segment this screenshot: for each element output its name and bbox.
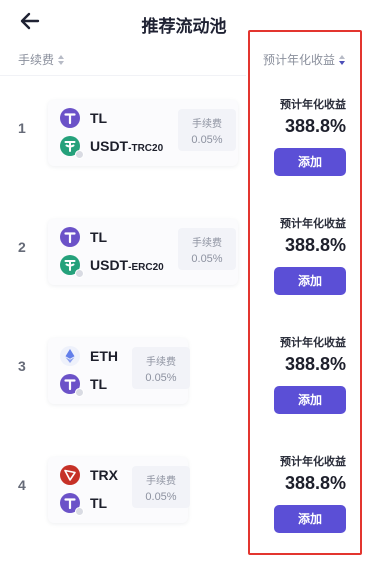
fee-box: 手续费 0.05% (132, 347, 190, 389)
coin-name: USDT-TRC20 (90, 138, 163, 154)
coin-symbol: TL (90, 495, 108, 511)
fee-label: 手续费 (146, 357, 176, 368)
coin-line: USDT-ERC20 (60, 255, 164, 278)
apy-value: 388.8% (284, 235, 346, 255)
apy-value: 388.8% (284, 116, 346, 136)
trx-token-icon (60, 465, 80, 485)
pool-rank: 2 (18, 239, 26, 255)
add-liquidity-button[interactable]: 添加 (274, 505, 346, 533)
fee-label: 手续费 (192, 119, 222, 130)
usdt-token-icon (60, 255, 84, 278)
coin-line: TRX (60, 465, 118, 485)
coin-name: USDT-ERC20 (90, 257, 164, 273)
fee-label: 手续费 (192, 238, 222, 249)
coin-symbol: TL (90, 376, 108, 392)
coin-line: ETH (60, 346, 118, 366)
coin-symbol: TL (90, 229, 108, 245)
pair-card[interactable]: TL USDT-TRC20 手续费 0.05% (48, 100, 238, 166)
sort-icon (58, 54, 65, 65)
pair-card[interactable]: TL USDT-ERC20 手续费 0.05% (48, 219, 238, 285)
add-liquidity-button[interactable]: 添加 (274, 386, 346, 414)
coin-line: TL (60, 374, 107, 397)
fee-value: 0.05% (191, 134, 223, 146)
coin-name: TRX (90, 467, 118, 483)
pair-card[interactable]: TRX TL 手续费 0.05% (48, 457, 190, 523)
apy-label: 预计年化收益 (280, 218, 346, 230)
tl-token-icon (60, 227, 80, 247)
pair-card[interactable]: ETH TL 手续费 0.05% (48, 338, 190, 404)
coin-line: TL (60, 108, 107, 128)
apy-label: 预计年化收益 (280, 456, 346, 468)
tl-token-icon (60, 108, 80, 128)
coin-line: TL (60, 493, 107, 516)
fee-box: 手续费 0.05% (178, 109, 236, 151)
coin-name: TL (90, 376, 107, 392)
fee-value: 0.05% (191, 253, 223, 265)
sort-fee-label: 手续费 (18, 53, 55, 67)
pool-rank: 3 (18, 358, 26, 374)
pool-row: 3 ETH TL 手续费 0.05% 预计年化收益 388.8% 添加 (0, 328, 368, 448)
apy-value: 388.8% (284, 354, 346, 374)
fee-value: 0.05% (145, 491, 177, 503)
fee-box: 手续费 0.05% (178, 228, 236, 270)
coin-name: TL (90, 495, 107, 511)
eth-token-icon-graphic (60, 346, 80, 366)
apy-value: 388.8% (284, 473, 346, 493)
tl-token-icon-graphic (60, 108, 80, 128)
usdt-token-icon (60, 136, 84, 159)
coin-symbol: ETH (90, 348, 118, 364)
apy-label: 预计年化收益 (280, 337, 346, 349)
coin-symbol: TL (90, 110, 108, 126)
pool-rank: 4 (18, 477, 26, 493)
eth-token-icon (60, 346, 80, 366)
trx-token-icon-graphic (60, 465, 80, 485)
apy-label: 预计年化收益 (280, 99, 346, 111)
coin-line: TL (60, 227, 107, 247)
coin-name: TL (90, 229, 107, 245)
add-liquidity-button[interactable]: 添加 (274, 267, 346, 295)
coin-network: -ERC20 (128, 262, 164, 273)
network-badge-icon (75, 388, 84, 397)
tl-token-icon (60, 493, 84, 516)
network-badge-icon (75, 507, 84, 516)
fee-box: 手续费 0.05% (132, 466, 190, 508)
divider (0, 75, 246, 76)
fee-value: 0.05% (145, 372, 177, 384)
coin-symbol: TRX (90, 467, 118, 483)
coin-network: -TRC20 (128, 143, 164, 154)
pool-row: 1 TL USDT-TRC20 手续费 0.05% 预计年化收益 388.8% 添加 (0, 90, 368, 210)
sort-by-fee[interactable]: 手续费 (18, 51, 65, 68)
pool-row: 2 TL USDT-ERC20 手续费 0.05% 预计年化收益 388.8% 添加 (0, 209, 368, 329)
coin-symbol: USDT (90, 257, 129, 273)
tl-token-icon-graphic (60, 227, 80, 247)
fee-label: 手续费 (146, 476, 176, 487)
pool-rank: 1 (18, 120, 26, 136)
tl-token-icon (60, 374, 84, 397)
coin-name: TL (90, 110, 107, 126)
pool-row: 4 TRX TL 手续费 0.05% 预计年化收益 388.8% 添加 (0, 447, 368, 567)
network-badge-icon (75, 269, 84, 278)
add-liquidity-button[interactable]: 添加 (274, 148, 346, 176)
coin-line: USDT-TRC20 (60, 136, 163, 159)
coin-name: ETH (90, 348, 118, 364)
network-badge-icon (75, 150, 84, 159)
coin-symbol: USDT (90, 138, 129, 154)
